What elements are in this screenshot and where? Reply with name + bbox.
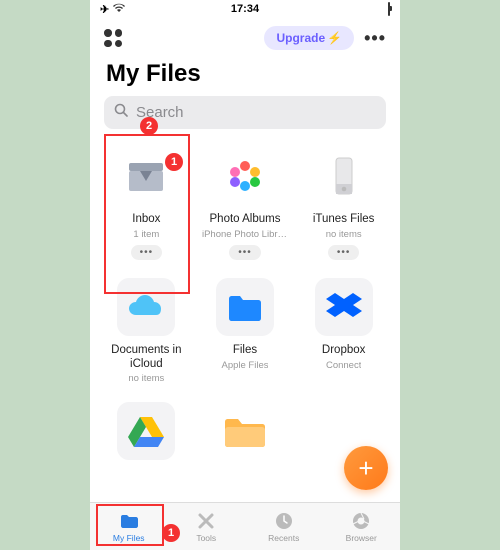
tile-files[interactable]: Files Apple Files [199,272,292,391]
tile-more-icon[interactable]: ••• [229,245,261,260]
tile-drive[interactable] [100,396,193,474]
status-bar: ✈ 17:34 [90,0,400,18]
icloud-icon [117,278,175,336]
tile-label: Photo Albums [210,213,281,227]
app-menu-icon[interactable] [104,29,122,47]
folder-grid: Inbox 1 item ••• Photo Albums iPhone Pho… [90,141,400,474]
tools-tab-icon [196,511,216,531]
tile-label: Files [233,344,257,358]
status-time: 17:34 [231,3,259,15]
plus-icon: + [358,453,373,484]
upgrade-button[interactable]: Upgrade ⚡ [264,26,354,50]
tab-my-files[interactable]: My Files [90,503,168,550]
tile-label: Inbox [132,213,160,227]
upgrade-label: Upgrade [276,31,325,45]
tile-sub: Connect [326,360,361,371]
app-screen: ✈ 17:34 Upgrade ⚡ ••• My Files Search [90,0,400,550]
annotation-num-tab: 1 [162,524,180,542]
page-title: My Files [90,58,400,96]
recents-tab-icon [274,511,294,531]
tile-photo-albums[interactable]: Photo Albums iPhone Photo Libra... ••• [199,141,292,266]
tile-more-icon[interactable]: ••• [131,245,163,260]
wifi-icon [113,3,125,16]
bolt-icon: ⚡ [327,31,342,45]
tile-label: Documents in iCloud [100,344,193,372]
tab-label: Browser [346,533,377,543]
top-bar: Upgrade ⚡ ••• [90,18,400,58]
annotation-num-inbox: 1 [165,153,183,171]
tab-tools[interactable]: Tools [168,503,246,550]
tile-itunes[interactable]: iTunes Files no items ••• [297,141,390,266]
battery-icon [388,3,390,15]
photo-albums-icon [216,147,274,205]
browser-tab-icon [351,511,371,531]
tile-dropbox[interactable]: Dropbox Connect [297,272,390,391]
tile-folder[interactable] [199,396,292,474]
tile-sub: no items [326,229,362,240]
dropbox-icon [315,278,373,336]
more-icon[interactable]: ••• [364,28,386,49]
tab-label: My Files [113,533,145,543]
tile-label: iTunes Files [313,213,375,227]
airplane-icon: ✈ [100,3,109,16]
search-icon [114,103,129,122]
tab-recents[interactable]: Recents [245,503,323,550]
tile-icloud[interactable]: Documents in iCloud no items [100,272,193,391]
tile-sub: no items [128,373,164,384]
tile-more-icon[interactable]: ••• [328,245,360,260]
tile-sub: 1 item [133,229,159,240]
tile-label: Dropbox [322,344,365,358]
tab-browser[interactable]: Browser [323,503,401,550]
itunes-icon [315,147,373,205]
tile-sub: Apple Files [221,360,268,371]
folder-tab-icon [119,511,139,531]
tile-sub: iPhone Photo Libra... [202,229,288,240]
add-button[interactable]: + [344,446,388,490]
annotation-num-search: 2 [140,117,158,135]
files-icon [216,278,274,336]
folder-icon [216,402,274,460]
tab-label: Tools [196,533,216,543]
tab-bar: My Files Tools Recents Browser [90,502,400,550]
tab-label: Recents [268,533,299,543]
drive-icon [117,402,175,460]
